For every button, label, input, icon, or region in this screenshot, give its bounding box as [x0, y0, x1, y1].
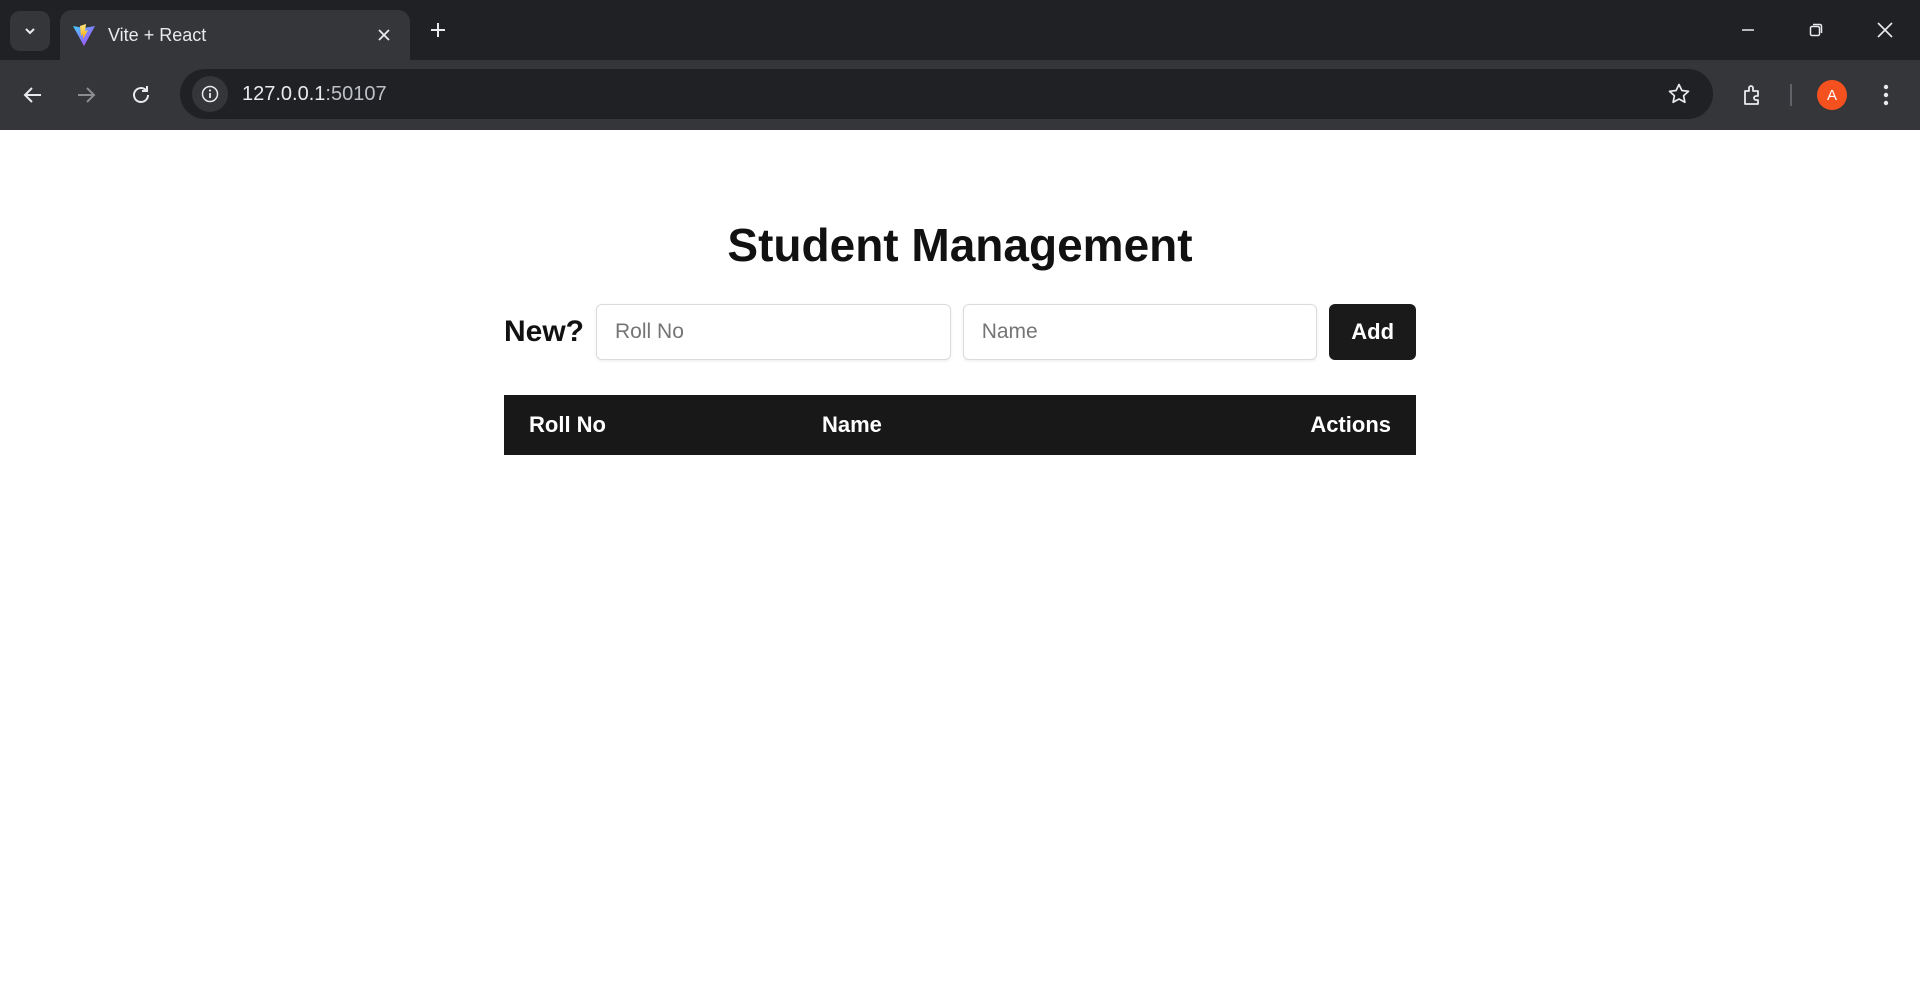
profile-avatar[interactable]: A: [1817, 80, 1847, 110]
minimize-icon: [1742, 29, 1754, 31]
url-host: 127.0.0.1: [242, 82, 326, 105]
students-table-header: Roll No Name Actions: [504, 395, 1416, 455]
column-header-name: Name: [822, 412, 882, 437]
new-tab-button[interactable]: [422, 14, 454, 46]
window-close-button[interactable]: [1857, 8, 1913, 52]
name-input[interactable]: [962, 304, 1318, 360]
minimize-button[interactable]: [1720, 8, 1776, 52]
forward-icon: [78, 87, 96, 103]
address-bar[interactable]: 127.0.0.1:50107: [180, 69, 1713, 119]
tab-title: Vite + React: [108, 24, 207, 45]
add-button[interactable]: Add: [1329, 304, 1416, 360]
roll-no-input[interactable]: [596, 304, 951, 360]
browser-tabbar: Vite + React: [0, 0, 1920, 60]
url-text: 127.0.0.1:50107: [242, 83, 387, 106]
tab-search-button[interactable]: [10, 11, 50, 51]
reload-icon: [133, 86, 149, 103]
page-content: Student Management New? Add Roll No Name…: [0, 130, 1920, 1008]
column-header-roll-no: Roll No: [529, 412, 606, 437]
toolbar-divider: [1790, 84, 1792, 106]
browser-menu-button[interactable]: [1866, 75, 1906, 115]
back-icon: [23, 87, 41, 103]
extensions-icon: [1744, 85, 1759, 105]
bookmark-star-icon[interactable]: [1663, 78, 1695, 110]
window-close-icon: [1877, 22, 1893, 38]
site-info-icon[interactable]: [192, 76, 228, 112]
page-title: Student Management: [727, 219, 1193, 271]
forward-button[interactable]: [66, 75, 106, 115]
back-button[interactable]: [13, 75, 53, 115]
restore-button[interactable]: [1788, 8, 1844, 52]
extensions-button[interactable]: [1733, 75, 1773, 115]
reload-button[interactable]: [121, 75, 161, 115]
column-header-actions: Actions: [1310, 412, 1391, 437]
new-student-form: New? Add: [504, 304, 1416, 360]
chevron-down-icon: [25, 28, 35, 35]
url-port: :50107: [325, 82, 387, 105]
browser-tab[interactable]: Vite + React: [60, 10, 410, 60]
vite-favicon-icon: [70, 21, 98, 49]
more-vert-icon: [1883, 84, 1889, 106]
browser-toolbar: 127.0.0.1:50107 A: [0, 60, 1920, 130]
new-label: New?: [504, 315, 585, 348]
restore-icon: [1809, 23, 1823, 37]
tab-close-icon[interactable]: [370, 21, 398, 49]
plus-icon: [431, 23, 445, 37]
